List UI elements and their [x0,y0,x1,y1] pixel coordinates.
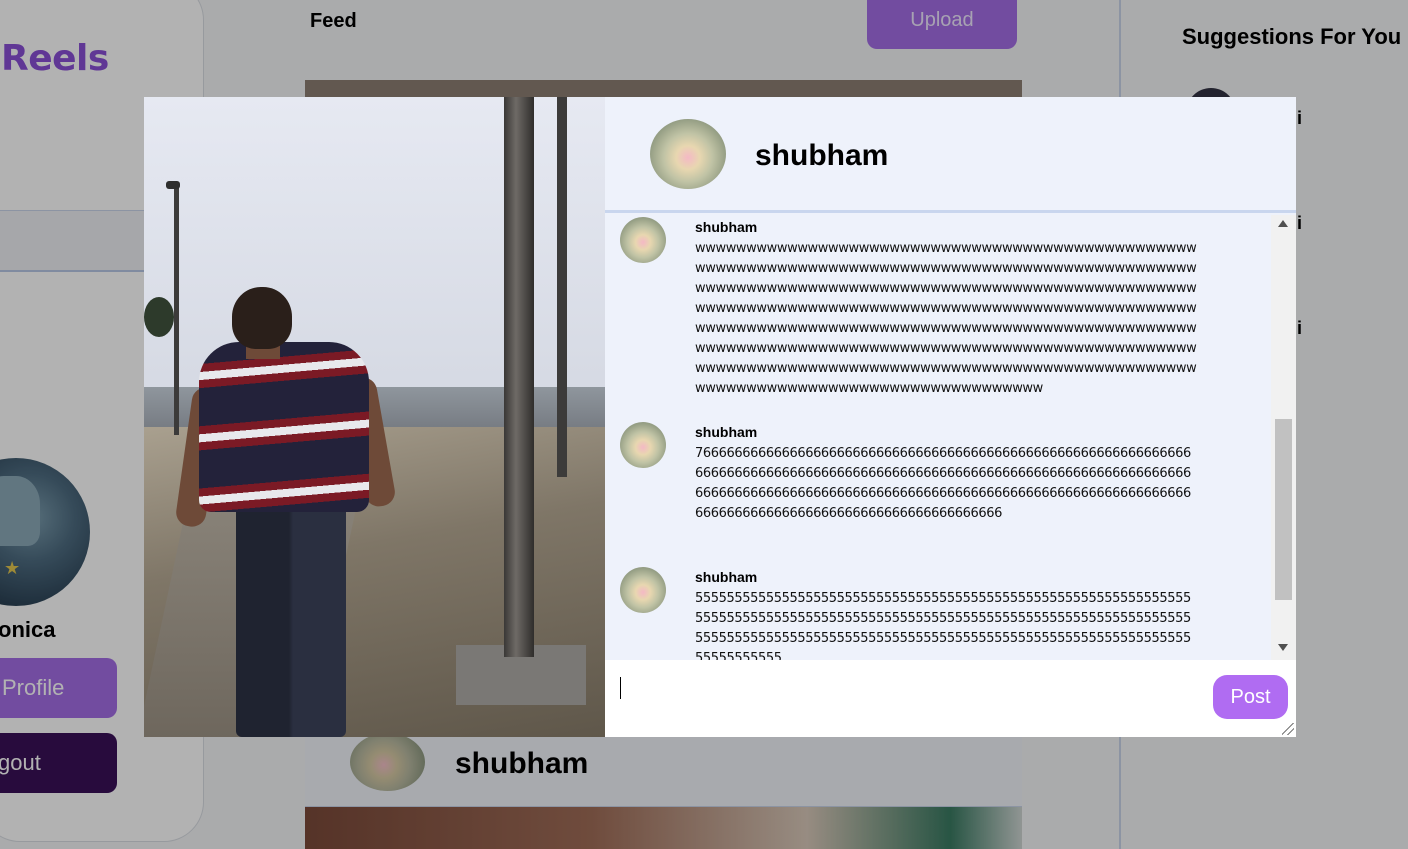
text-caret [620,677,621,699]
comments-panel: shubham shubham wwwwwwwwwwwwwwwwwwwwwwww… [605,97,1296,737]
scroll-down-icon[interactable] [1278,644,1288,651]
reel-modal: shubham shubham wwwwwwwwwwwwwwwwwwwwwwww… [144,97,1296,737]
comment-avatar [620,422,666,468]
modal-header: shubham [605,97,1296,213]
scrollbar-thumb[interactable] [1275,419,1292,600]
scroll-up-icon[interactable] [1278,220,1288,227]
reel-video[interactable] [144,97,605,737]
comment-text: 5555555555555555555555555555555555555555… [695,591,1191,660]
comment-avatar [620,567,666,613]
comment-avatar [620,217,666,263]
post-button[interactable]: Post [1213,675,1288,719]
comment-text: 7666666666666666666666666666666666666666… [695,446,1191,521]
comments-list[interactable]: shubham wwwwwwwwwwwwwwwwwwwwwwwwwwwwwwww… [605,215,1271,660]
comment-author: shubham [695,219,758,235]
comment-text: wwwwwwwwwwwwwwwwwwwwwwwwwwwwwwwwwwwwwwww… [695,241,1197,396]
resize-grip-icon[interactable] [1282,723,1294,735]
author-avatar[interactable] [650,119,726,189]
author-name[interactable]: shubham [755,139,888,173]
comment-input[interactable] [615,668,1210,728]
comment-author: shubham [695,424,758,440]
comment-composer: Post [605,660,1296,737]
comment-author: shubham [695,569,758,585]
comments-scrollbar[interactable] [1271,215,1296,660]
